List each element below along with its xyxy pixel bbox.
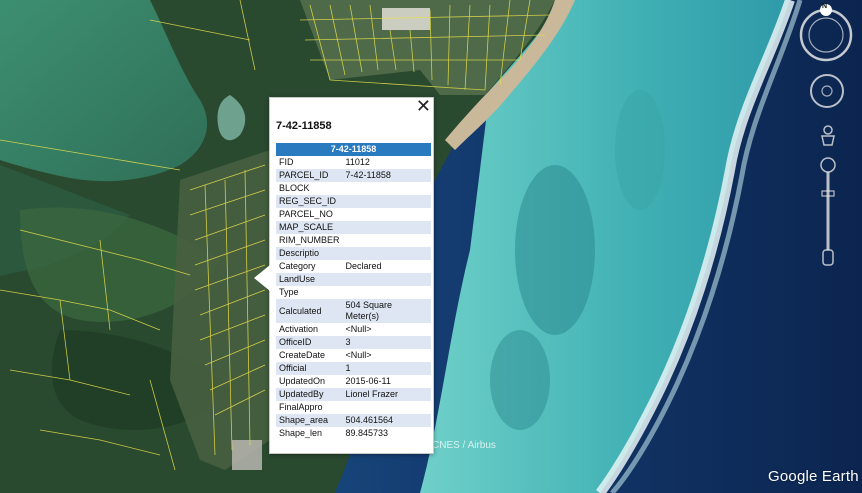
attribute-row: MAP_SCALE (276, 221, 431, 234)
attribute-row: Category Declared (276, 260, 431, 273)
attribute-row: FID 11012 (276, 156, 431, 169)
attribute-row: Calculated 504 Square Meter(s) (276, 299, 431, 323)
attribute-table: 7-42-11858 FID 11012 PARCEL_ID 7-42-11858 BL… (276, 143, 431, 440)
attribute-table-header: 7-42-11858 (276, 143, 431, 156)
compass-icon[interactable] (798, 3, 854, 63)
attribute-row: Shape_len 89.845733 (276, 427, 431, 440)
attribute-row: CreateDate <Null> (276, 349, 431, 362)
popup-title: 7-42-11858 (276, 120, 332, 132)
attribute-row: PARCEL_NO (276, 208, 431, 221)
attribute-row: Descriptio (276, 247, 431, 260)
attribute-value (343, 286, 431, 299)
attribute-value: <Null> (345, 350, 372, 360)
attribute-table-body: FID 11012 PARCEL_ID 7-42-11858 BLOCK REG_SEC_… (276, 156, 431, 440)
attribute-key: UpdatedBy (276, 388, 343, 401)
attribute-value (342, 247, 431, 260)
attribute-row: REG_SEC_ID (276, 195, 431, 208)
attribute-key: Type (279, 287, 299, 297)
attribute-key: Official (276, 362, 343, 375)
attribute-value: 7-42-11858 (342, 169, 431, 182)
attribute-key: Descriptio (276, 247, 343, 260)
attribute-value (342, 221, 431, 234)
attribute-key: LandUse (276, 273, 343, 286)
zoom-slider[interactable] (818, 155, 838, 275)
attribute-key: FinalAppro (279, 402, 323, 412)
attribute-value (342, 273, 431, 286)
street-view-pegman[interactable] (818, 125, 838, 156)
attribute-value: <Null> (345, 324, 372, 334)
attribute-row: UpdatedOn 2015-06-11 (276, 375, 431, 388)
attribute-value (343, 208, 431, 221)
google-earth-logo: Google Earth (768, 468, 859, 485)
attribute-row: OfficeID 3 (276, 336, 431, 349)
attribute-key: FID (279, 157, 294, 167)
zoom-slider-icon[interactable] (818, 155, 838, 270)
look-joystick-icon[interactable] (808, 72, 846, 110)
attribute-key: Activation (279, 324, 319, 334)
attribute-key: Shape_area (276, 414, 343, 427)
look-joystick[interactable] (808, 72, 846, 115)
compass-north-label: N (822, 3, 828, 10)
attribute-key: Calculated (276, 299, 343, 323)
attribute-key: UpdatedOn (279, 376, 326, 386)
attribute-key: BLOCK (279, 183, 310, 193)
attribute-key: MAP_SCALE (276, 221, 343, 234)
attribute-row: Shape_area 504.461564 (276, 414, 431, 427)
attribute-row: PARCEL_ID 7-42-11858 (276, 169, 431, 182)
compass-control[interactable]: N (798, 3, 854, 68)
attribute-value: 1 (342, 362, 431, 375)
attribute-value: 2015-06-11 (345, 376, 391, 386)
attribute-key: OfficeID (276, 336, 343, 349)
attribute-row: Type (276, 286, 431, 299)
attribute-value: Declared (345, 261, 382, 271)
attribute-row: FinalAppro (276, 401, 431, 414)
attribute-value (343, 234, 431, 247)
attribute-key: RIM_NUMBER (279, 235, 340, 245)
attribute-row: UpdatedBy Lionel Frazer (276, 388, 431, 401)
attribute-key: Shape_len (279, 428, 323, 438)
attribute-row: BLOCK (276, 182, 431, 195)
attribute-value (343, 401, 431, 414)
attribute-value: 3 (342, 336, 431, 349)
pegman-icon[interactable] (818, 125, 838, 151)
parcel-info-popup: ✕ 7-42-11858 7-42-11858 FID 11012 PARCEL_I… (254, 97, 434, 454)
attribute-key: Category (279, 261, 316, 271)
close-icon[interactable]: ✕ (416, 97, 431, 117)
attribute-row: Official 1 (276, 362, 431, 375)
attribute-key: PARCEL_ID (276, 169, 343, 182)
attribute-value: 11012 (345, 157, 370, 167)
popup-tail (254, 265, 270, 291)
attribute-row: Activation <Null> (276, 323, 431, 336)
attribute-value: 504 Square Meter(s) (342, 299, 431, 323)
attribute-key: PARCEL_NO (279, 209, 333, 219)
attribute-key: REG_SEC_ID (276, 195, 343, 208)
attribute-value (343, 182, 431, 195)
imagery-credit: CNES / Airbus (432, 440, 496, 451)
attribute-key: CreateDate (279, 350, 326, 360)
attribute-value: 89.845733 (345, 428, 389, 438)
attribute-row: RIM_NUMBER (276, 234, 431, 247)
attribute-value: 504.461564 (342, 414, 431, 427)
attribute-row: LandUse (276, 273, 431, 286)
attribute-value: Lionel Frazer (342, 388, 431, 401)
attribute-value (342, 195, 431, 208)
